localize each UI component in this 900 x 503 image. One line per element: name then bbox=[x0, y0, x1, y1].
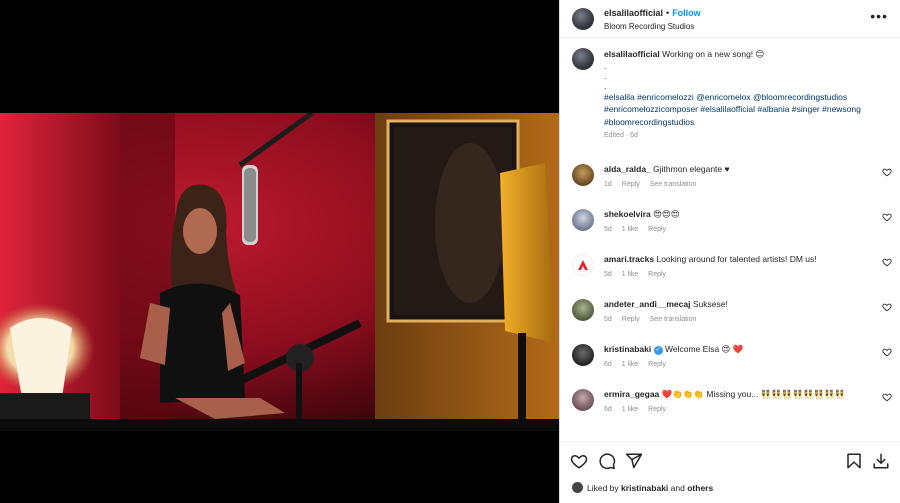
share-icon[interactable] bbox=[625, 452, 643, 470]
post-header: elsalilaofficial • Follow Bloom Recording … bbox=[560, 0, 900, 38]
reply-button[interactable]: Reply bbox=[622, 181, 640, 188]
caption-avatar[interactable] bbox=[572, 48, 594, 70]
comment-time: 5d bbox=[604, 226, 612, 233]
comment-username[interactable]: ermira_gegaa bbox=[604, 389, 659, 399]
commenter-avatar[interactable] bbox=[572, 164, 594, 186]
liked-by-user[interactable]: kristinabaki bbox=[621, 483, 668, 493]
reply-button[interactable]: Reply bbox=[648, 271, 666, 278]
comment-time: 1d bbox=[604, 181, 612, 188]
post-caption: elsalilaofficial Working on a new song! … bbox=[560, 38, 900, 143]
comment-item: kristinabaki ✓ Welcome Elsa 😍 ❤️ 6d 1 lik… bbox=[572, 343, 892, 371]
comment-item: ermira_gegaa ❤️👏👏👏 Missing you... 👯👯👯👯👯👯… bbox=[572, 388, 892, 416]
liker-avatar[interactable] bbox=[572, 482, 583, 493]
comment-username[interactable]: shekoelvira bbox=[604, 209, 651, 219]
comment-icon[interactable] bbox=[598, 452, 616, 470]
comment-time: 5d bbox=[604, 316, 612, 323]
download-icon[interactable] bbox=[872, 452, 890, 470]
comment-likes[interactable]: 1 like bbox=[622, 271, 638, 278]
reply-button[interactable]: Reply bbox=[622, 316, 640, 323]
header-separator: • bbox=[666, 7, 670, 18]
bookmark-icon[interactable] bbox=[845, 452, 863, 470]
caption-username[interactable]: elsalilaofficial bbox=[604, 49, 660, 59]
like-heart-icon[interactable] bbox=[570, 452, 588, 470]
commenter-avatar[interactable] bbox=[572, 254, 594, 276]
comment-text: Welcome Elsa 😍 ❤️ bbox=[665, 344, 744, 354]
comment-item: alda_ralda_ Gjithmon elegante ♥ 1d Reply S… bbox=[572, 163, 892, 191]
comment-likes[interactable]: 1 like bbox=[622, 406, 638, 413]
follow-button[interactable]: Follow bbox=[672, 8, 701, 18]
comment-item: amari.tracks Looking around for talented… bbox=[572, 253, 892, 281]
liked-by-summary: Liked by kristinabaki and others bbox=[572, 482, 713, 493]
comment-username[interactable]: alda_ralda_ bbox=[604, 164, 651, 174]
see-translation-button[interactable]: See translation bbox=[650, 316, 697, 323]
heart-icon[interactable] bbox=[882, 212, 892, 222]
instagram-post-viewer: elsalilaofficial • Follow Bloom Recording … bbox=[0, 0, 900, 503]
comment-item: andeter_andi__mecaj Suksese! 5d Reply See … bbox=[572, 298, 892, 326]
heart-icon[interactable] bbox=[882, 257, 892, 267]
liked-by-others[interactable]: others bbox=[687, 483, 713, 493]
post-sidebar: elsalilaofficial • Follow Bloom Recording … bbox=[559, 0, 900, 503]
recording-studio-photo bbox=[0, 113, 559, 431]
comment-text: Gjithmon elegante ♥ bbox=[653, 164, 730, 174]
heart-icon[interactable] bbox=[882, 347, 892, 357]
media-panel bbox=[0, 0, 559, 503]
comment-text: ❤️👏👏👏 Missing you... 👯👯👯👯👯👯👯👯 bbox=[661, 389, 846, 399]
see-translation-button[interactable]: See translation bbox=[650, 181, 697, 188]
post-location[interactable]: Bloom Recording Studios bbox=[604, 20, 701, 33]
caption-meta: Edited · 6d bbox=[604, 132, 638, 139]
post-photo[interactable] bbox=[0, 113, 559, 431]
reply-button[interactable]: Reply bbox=[648, 361, 666, 368]
more-options-icon[interactable]: ••• bbox=[870, 8, 888, 24]
caption-text: Working on a new song! 😊 bbox=[662, 49, 765, 59]
comment-time: 6d bbox=[604, 361, 612, 368]
heart-icon[interactable] bbox=[882, 167, 892, 177]
commenter-avatar[interactable] bbox=[572, 209, 594, 231]
comment-time: 6d bbox=[604, 406, 612, 413]
commenter-avatar[interactable] bbox=[572, 344, 594, 366]
comment-text: 😍😍😍 bbox=[653, 209, 680, 219]
caption-hashtags[interactable]: #elsalila #enricomelozzi @enricomelox @b… bbox=[604, 91, 888, 129]
reply-button[interactable]: Reply bbox=[648, 406, 666, 413]
comment-likes[interactable]: 1 like bbox=[622, 361, 638, 368]
amari-logo-icon bbox=[578, 260, 588, 270]
caption-dot-2: . bbox=[604, 70, 607, 81]
comment-text: Suksese! bbox=[692, 299, 728, 309]
author-avatar[interactable] bbox=[572, 7, 594, 30]
reply-button[interactable]: Reply bbox=[648, 226, 666, 233]
comment-username[interactable]: kristinabaki bbox=[604, 344, 651, 354]
comment-time: 5d bbox=[604, 271, 612, 278]
caption-dot-3: . bbox=[604, 80, 607, 91]
caption-dot-1: . bbox=[604, 60, 607, 71]
commenter-avatar[interactable] bbox=[572, 299, 594, 321]
comment-username[interactable]: amari.tracks bbox=[604, 254, 654, 264]
action-bar: Liked by kristinabaki and others bbox=[560, 441, 900, 503]
verified-icon: ✓ bbox=[653, 346, 663, 355]
heart-icon[interactable] bbox=[882, 392, 892, 402]
liked-by-conj: and bbox=[670, 482, 685, 493]
commenter-avatar[interactable] bbox=[572, 389, 594, 411]
author-username[interactable]: elsalilaofficial bbox=[604, 8, 663, 18]
comment-likes[interactable]: 1 like bbox=[622, 226, 638, 233]
liked-by-prefix: Liked by bbox=[587, 482, 619, 493]
heart-icon[interactable] bbox=[882, 302, 892, 312]
comment-item: shekoelvira 😍😍😍 5d 1 like Reply bbox=[572, 208, 892, 236]
comment-username[interactable]: andeter_andi__mecaj bbox=[604, 299, 690, 309]
comment-text: Looking around for talented artists! DM … bbox=[656, 254, 817, 264]
